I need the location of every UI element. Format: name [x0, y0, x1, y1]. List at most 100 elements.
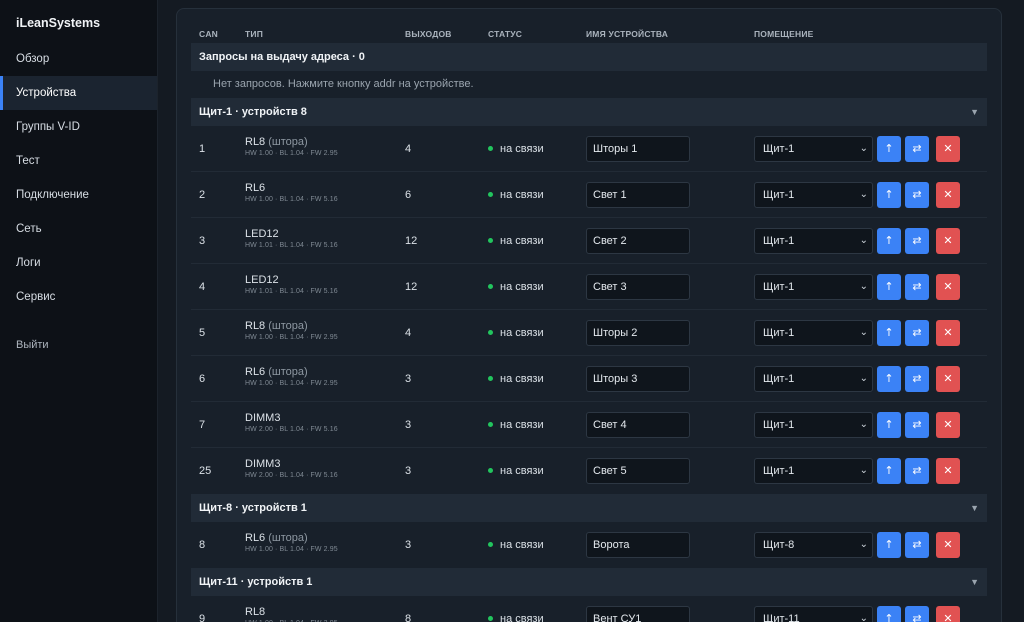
upload-button[interactable]: ↑: [877, 182, 901, 208]
room-select[interactable]: Щит-1 ⌄: [754, 182, 873, 208]
delete-button[interactable]: ✕: [936, 320, 960, 346]
swap-button[interactable]: ⇄: [905, 532, 929, 558]
device-type: DIMM3 HW 2.00 · BL 1.04 · FW 5.16: [245, 458, 338, 479]
device-name-input[interactable]: Вент СУ1: [586, 606, 690, 622]
device-name-input[interactable]: Свет 5: [586, 458, 690, 484]
swap-arrows-icon: ⇄: [912, 418, 922, 431]
room-select[interactable]: Щит-8 ⌄: [754, 532, 873, 558]
collapse-chevron-icon[interactable]: ▼: [970, 494, 979, 522]
collapse-chevron-icon[interactable]: ▼: [970, 568, 979, 596]
room-select[interactable]: Щит-1 ⌄: [754, 274, 873, 300]
delete-button[interactable]: ✕: [936, 412, 960, 438]
device-name-input[interactable]: Ворота: [586, 532, 690, 558]
sidebar-item-overview[interactable]: Обзор: [0, 42, 157, 76]
group-header[interactable]: Щит-1 · устройств 8 ▼: [191, 98, 987, 126]
status-badge: на связи: [488, 281, 544, 293]
delete-button[interactable]: ✕: [936, 606, 960, 622]
delete-button[interactable]: ✕: [936, 532, 960, 558]
sidebar-item-test[interactable]: Тест: [0, 144, 157, 178]
delete-button[interactable]: ✕: [936, 228, 960, 254]
swap-button[interactable]: ⇄: [905, 412, 929, 438]
chevron-down-icon: ⌄: [859, 373, 868, 384]
swap-button[interactable]: ⇄: [905, 320, 929, 346]
device-name-input[interactable]: Шторы 3: [586, 366, 690, 392]
room-select-value: Щит-1: [763, 327, 795, 339]
group-header[interactable]: Щит-11 · устройств 1 ▼: [191, 568, 987, 596]
column-outputs: ВЫХОДОВ: [405, 29, 452, 39]
status-text: на связи: [500, 281, 544, 293]
upload-button[interactable]: ↑: [877, 606, 901, 622]
upload-button[interactable]: ↑: [877, 228, 901, 254]
swap-arrows-icon: ⇄: [912, 464, 922, 477]
requests-header: Запросы на выдачу адреса · 0: [191, 43, 987, 71]
collapse-chevron-icon[interactable]: ▼: [970, 98, 979, 126]
room-select[interactable]: Щит-1 ⌄: [754, 458, 873, 484]
sidebar-item-devices[interactable]: Устройства: [0, 76, 157, 110]
status-online-dot-icon: [488, 376, 493, 381]
device-versions: HW 1.01 · BL 1.04 · FW 5.16: [245, 288, 338, 295]
sidebar-item-logs[interactable]: Логи: [0, 246, 157, 280]
status-online-dot-icon: [488, 330, 493, 335]
group-header[interactable]: Щит-8 · устройств 1 ▼: [191, 494, 987, 522]
outputs-count: 12: [405, 281, 418, 293]
upload-button[interactable]: ↑: [877, 320, 901, 346]
group-rows: 1 RL8 (штора) HW 1.00 · BL 1.04 · FW 2.9…: [177, 126, 1001, 494]
swap-button[interactable]: ⇄: [905, 182, 929, 208]
swap-button[interactable]: ⇄: [905, 274, 929, 300]
swap-arrows-icon: ⇄: [912, 326, 922, 339]
sidebar-item-connection[interactable]: Подключение: [0, 178, 157, 212]
upload-button[interactable]: ↑: [877, 274, 901, 300]
delete-button[interactable]: ✕: [936, 274, 960, 300]
table-row: 1 RL8 (штора) HW 1.00 · BL 1.04 · FW 2.9…: [191, 126, 987, 172]
status-text: на связи: [500, 613, 544, 622]
device-name-input[interactable]: Шторы 2: [586, 320, 690, 346]
status-text: на связи: [500, 419, 544, 431]
device-name-input[interactable]: Свет 3: [586, 274, 690, 300]
room-select[interactable]: Щит-11 ⌄: [754, 606, 873, 622]
status-badge: на связи: [488, 189, 544, 201]
status-online-dot-icon: [488, 146, 493, 151]
swap-button[interactable]: ⇄: [905, 366, 929, 392]
upload-button[interactable]: ↑: [877, 366, 901, 392]
room-select-value: Щит-1: [763, 373, 795, 385]
upload-button[interactable]: ↑: [877, 532, 901, 558]
group-title: Щит-11 · устройств 1: [199, 576, 313, 588]
swap-button[interactable]: ⇄: [905, 136, 929, 162]
delete-button[interactable]: ✕: [936, 136, 960, 162]
swap-button[interactable]: ⇄: [905, 606, 929, 622]
outputs-count: 12: [405, 235, 418, 247]
upload-button[interactable]: ↑: [877, 136, 901, 162]
status-text: на связи: [500, 539, 544, 551]
device-versions: HW 1.00 · BL 1.04 · FW 2.95: [245, 546, 338, 553]
table-row: 25 DIMM3 HW 2.00 · BL 1.04 · FW 5.16 3 н…: [191, 448, 987, 494]
swap-button[interactable]: ⇄: [905, 228, 929, 254]
device-type-name: RL6: [245, 366, 266, 378]
device-name-input[interactable]: Свет 2: [586, 228, 690, 254]
table-row: 3 LED12 HW 1.01 · BL 1.04 · FW 5.16 12 н…: [191, 218, 987, 264]
column-device-name: ИМЯ УСТРОЙСТВА: [586, 29, 669, 39]
room-select[interactable]: Щит-1 ⌄: [754, 320, 873, 346]
can-id: 6: [199, 373, 206, 385]
delete-button[interactable]: ✕: [936, 366, 960, 392]
delete-button[interactable]: ✕: [936, 182, 960, 208]
table-row: 5 RL8 (штора) HW 1.00 · BL 1.04 · FW 2.9…: [191, 310, 987, 356]
sidebar-item-vid-groups[interactable]: Группы V-ID: [0, 110, 157, 144]
close-icon: ✕: [943, 372, 953, 385]
upload-button[interactable]: ↑: [877, 458, 901, 484]
outputs-count: 8: [405, 613, 412, 622]
outputs-count: 3: [405, 373, 412, 385]
room-select[interactable]: Щит-1 ⌄: [754, 228, 873, 254]
logout-link[interactable]: Выйти: [0, 328, 157, 362]
upload-button[interactable]: ↑: [877, 412, 901, 438]
room-select[interactable]: Щит-1 ⌄: [754, 136, 873, 162]
device-name-input[interactable]: Свет 1: [586, 182, 690, 208]
sidebar-item-network[interactable]: Сеть: [0, 212, 157, 246]
swap-button[interactable]: ⇄: [905, 458, 929, 484]
delete-button[interactable]: ✕: [936, 458, 960, 484]
sidebar-item-service[interactable]: Сервис: [0, 280, 157, 314]
room-select[interactable]: Щит-1 ⌄: [754, 412, 873, 438]
outputs-count: 6: [405, 189, 412, 201]
device-name-input[interactable]: Свет 4: [586, 412, 690, 438]
device-name-input[interactable]: Шторы 1: [586, 136, 690, 162]
room-select[interactable]: Щит-1 ⌄: [754, 366, 873, 392]
